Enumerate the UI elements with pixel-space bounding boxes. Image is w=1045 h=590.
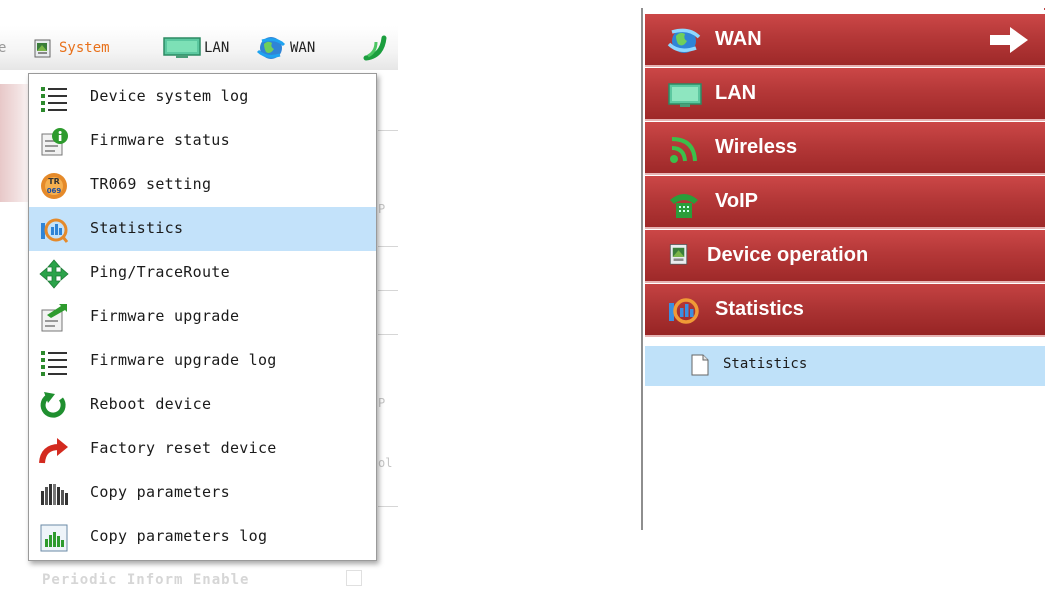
statistics-icon: [41, 218, 69, 243]
globe-icon: [667, 28, 701, 53]
menu-item-firmware-upgrade[interactable]: Firmware upgrade: [29, 295, 376, 339]
menu-item-wan[interactable]: WAN: [256, 37, 315, 59]
menu-item-label: Firmware upgrade: [90, 307, 240, 325]
copy-log-icon: [40, 524, 68, 552]
menu-item-copy-parameters-log[interactable]: Copy parameters log: [29, 515, 376, 559]
menu-item-label: Firmware status: [90, 131, 230, 149]
sidebar-item-device-operation[interactable]: Device operation: [645, 230, 1045, 283]
sidebar-item-voip[interactable]: VoIP: [645, 176, 1045, 229]
reset-arrow-icon: [39, 438, 68, 464]
sidebar-item-wireless[interactable]: Wireless: [645, 122, 1045, 175]
menu-item-lan[interactable]: LAN: [162, 37, 229, 59]
menu-item-device-system-log[interactable]: Device system log: [29, 75, 376, 119]
sidebar-item-label: LAN: [715, 82, 757, 104]
menu-item-system[interactable]: System: [32, 37, 110, 59]
menu-item-lan-label: LAN: [204, 40, 230, 56]
sidebar-subitem-statistics[interactable]: Statistics: [645, 346, 1045, 386]
reboot-arrow-icon: [40, 392, 66, 418]
menu-item-label: Device system log: [90, 87, 249, 105]
monitor-icon: [668, 83, 702, 107]
wireless-icon: [670, 137, 697, 163]
arrow-right-icon[interactable]: [988, 25, 1030, 55]
menu-item-ping-traceroute[interactable]: Ping/TraceRoute: [29, 251, 376, 295]
menu-item-wan-label: WAN: [290, 40, 316, 56]
background-divider: [378, 334, 398, 335]
background-text-fragment: P: [378, 396, 386, 410]
sidebar-item-label: WAN: [715, 28, 762, 50]
menu-item-label: Factory reset device: [90, 439, 277, 457]
copy-bars-icon: [41, 484, 68, 505]
sidebar-item-lan[interactable]: LAN: [645, 68, 1045, 121]
menu-item-firmware-upgrade-log[interactable]: Firmware upgrade log: [29, 339, 376, 383]
navigation-sidebar: WAN LAN Wireless VoIP Device operation S…: [641, 8, 1045, 530]
sidebar-item-wan[interactable]: WAN: [645, 14, 1045, 67]
background-divider: [378, 290, 398, 291]
list-icon: [41, 351, 67, 376]
menu-item-reboot-device[interactable]: Reboot device: [29, 383, 376, 427]
svg-text:069: 069: [47, 187, 62, 195]
background-bottom-text: Periodic Inform Enable: [42, 572, 250, 588]
menu-item-partial[interactable]: e: [0, 37, 6, 59]
info-document-icon: [41, 128, 68, 156]
list-icon: [41, 87, 67, 112]
background-text-fragment: P: [378, 202, 386, 216]
sidebar-item-statistics[interactable]: Statistics: [645, 284, 1045, 337]
menu-item-label: Ping/TraceRoute: [90, 263, 230, 281]
sidebar-item-label: Wireless: [715, 136, 798, 158]
background-checkbox: [346, 570, 362, 586]
sidebar-item-label: Statistics: [715, 298, 804, 320]
menu-item-statistics[interactable]: Statistics: [29, 207, 376, 251]
menu-item-label: Reboot device: [90, 395, 212, 413]
menu-item-label: Copy parameters: [90, 483, 230, 501]
svg-text:TR: TR: [48, 177, 60, 186]
menu-item-label: Copy parameters log: [90, 527, 268, 545]
sidebar-subitem-label: Statistics: [723, 356, 808, 372]
menu-item-firmware-status[interactable]: Firmware status: [29, 119, 376, 163]
four-way-arrows-icon: [39, 259, 69, 289]
phone-icon: [670, 194, 698, 218]
statistics-icon: [669, 298, 699, 324]
menu-item-copy-parameters[interactable]: Copy parameters: [29, 471, 376, 515]
background-text-fragment: ol: [378, 456, 393, 470]
menu-item-factory-reset-device[interactable]: Factory reset device: [29, 427, 376, 471]
wireless-icon[interactable]: [362, 34, 390, 62]
tr069-gear-icon: TR 069: [41, 173, 67, 199]
menu-item-label: Statistics: [90, 219, 184, 237]
device-operation-icon: [669, 244, 688, 265]
document-icon: [691, 354, 709, 376]
background-divider: [378, 130, 398, 131]
menu-item-label: TR069 setting: [90, 175, 212, 193]
globe-icon: [256, 37, 286, 59]
background-divider: [378, 246, 398, 247]
system-dropdown-menu: Device system log Firmware status TR 069…: [28, 73, 377, 561]
monitor-icon: [163, 37, 201, 58]
device-operation-icon: [34, 39, 51, 58]
upgrade-document-icon: [41, 304, 67, 332]
sidebar-item-label: VoIP: [715, 190, 758, 212]
menu-item-label: Firmware upgrade log: [90, 351, 277, 369]
sidebar-item-label: Device operation: [707, 244, 869, 266]
top-menu-bar: e System LAN WAN: [0, 26, 398, 70]
menu-item-system-label: System: [59, 40, 110, 56]
background-divider: [378, 506, 398, 507]
menu-item-tr069-setting[interactable]: TR 069 TR069 setting: [29, 163, 376, 207]
